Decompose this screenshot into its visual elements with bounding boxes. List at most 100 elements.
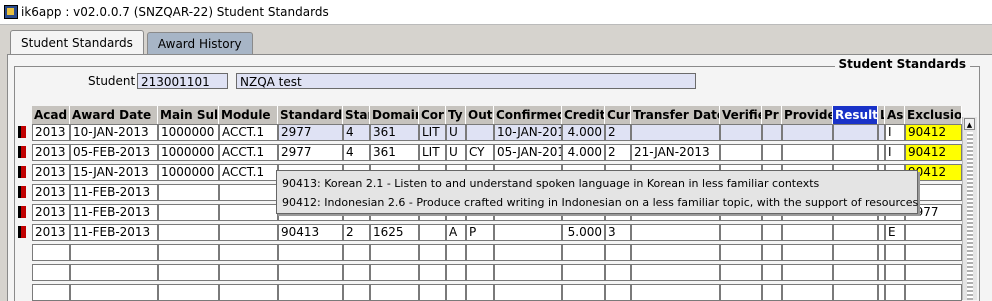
scroll-thumb[interactable] bbox=[967, 132, 973, 300]
grid-cell[interactable] bbox=[419, 244, 446, 261]
column-header[interactable]: Verifie bbox=[720, 106, 762, 124]
record-marker[interactable] bbox=[18, 146, 26, 158]
grid-cell[interactable] bbox=[466, 264, 494, 281]
grid-cell[interactable]: 2977 bbox=[278, 144, 343, 161]
grid-cell[interactable] bbox=[219, 244, 278, 261]
grid-cell[interactable] bbox=[762, 264, 782, 281]
grid-cell[interactable]: U bbox=[446, 144, 466, 161]
grid-cell[interactable] bbox=[782, 224, 833, 241]
tab-student-standards[interactable]: Student Standards bbox=[10, 30, 144, 55]
grid-cell[interactable] bbox=[446, 264, 466, 281]
grid-cell[interactable] bbox=[782, 264, 833, 281]
grid-cell[interactable]: 2013 bbox=[32, 144, 70, 161]
grid-cell[interactable] bbox=[782, 144, 833, 161]
column-header[interactable]: Ty bbox=[446, 106, 466, 124]
grid-cell[interactable]: ACCT.1 bbox=[219, 164, 278, 181]
grid-cell[interactable] bbox=[278, 244, 343, 261]
grid-cell[interactable] bbox=[158, 244, 219, 261]
grid-cell[interactable] bbox=[878, 244, 885, 261]
grid-cell[interactable]: 1625 bbox=[370, 224, 419, 241]
grid-cell[interactable]: 1000000 bbox=[158, 164, 219, 181]
grid-cell[interactable] bbox=[158, 184, 219, 201]
grid-cell[interactable] bbox=[631, 124, 720, 141]
tab-award-history[interactable]: Award History bbox=[146, 32, 253, 55]
grid-cell[interactable] bbox=[32, 244, 70, 261]
grid-cell[interactable]: 4 bbox=[343, 144, 370, 161]
grid-cell[interactable] bbox=[782, 124, 833, 141]
grid-cell[interactable] bbox=[762, 244, 782, 261]
grid-cell[interactable] bbox=[419, 224, 446, 241]
grid-cell[interactable] bbox=[70, 244, 158, 261]
grid-cell[interactable]: 5.000 bbox=[562, 224, 605, 241]
grid-cell[interactable]: 10-JAN-201 bbox=[494, 124, 562, 141]
grid-cell[interactable]: 3 bbox=[605, 224, 631, 241]
grid-cell[interactable] bbox=[605, 244, 631, 261]
column-header[interactable]: Standard bbox=[278, 106, 343, 124]
grid-cell[interactable] bbox=[562, 264, 605, 281]
column-header[interactable]: Award Date bbox=[70, 106, 158, 124]
grid-cell[interactable]: I bbox=[885, 144, 905, 161]
grid-cell[interactable]: A bbox=[446, 224, 466, 241]
grid-cell[interactable] bbox=[419, 284, 446, 301]
grid-cell[interactable] bbox=[343, 264, 370, 281]
grid-cell[interactable] bbox=[833, 144, 878, 161]
grid-cell[interactable]: 2013 bbox=[32, 204, 70, 221]
grid-cell[interactable]: 05-FEB-2013 bbox=[70, 144, 158, 161]
grid-cell[interactable]: 2 bbox=[605, 124, 631, 141]
grid-cell[interactable] bbox=[905, 244, 962, 261]
column-header[interactable]: Transfer Date bbox=[631, 106, 720, 124]
grid-cell[interactable] bbox=[158, 224, 219, 241]
grid-cell[interactable]: P bbox=[466, 224, 494, 241]
student-name-field[interactable]: NZQA test bbox=[236, 73, 696, 89]
grid-cell[interactable] bbox=[343, 244, 370, 261]
grid-cell[interactable] bbox=[833, 264, 878, 281]
grid-cell[interactable]: 90412 bbox=[905, 144, 962, 161]
grid-cell[interactable] bbox=[343, 284, 370, 301]
grid-cell[interactable] bbox=[762, 284, 782, 301]
grid-cell[interactable] bbox=[494, 244, 562, 261]
column-header[interactable]: Stan bbox=[343, 106, 370, 124]
grid-cell[interactable]: 4 bbox=[343, 124, 370, 141]
grid-cell[interactable]: 11-FEB-2013 bbox=[70, 224, 158, 241]
column-header[interactable]: Out bbox=[466, 106, 494, 124]
grid-cell[interactable] bbox=[466, 284, 494, 301]
student-id-field[interactable]: 213001101 bbox=[137, 73, 228, 89]
grid-cell[interactable] bbox=[878, 124, 885, 141]
column-header[interactable]: As bbox=[885, 106, 905, 124]
grid-cell[interactable] bbox=[219, 184, 278, 201]
grid-cell[interactable] bbox=[905, 224, 962, 241]
column-header[interactable]: Acad bbox=[32, 106, 70, 124]
grid-cell[interactable] bbox=[605, 264, 631, 281]
grid-cell[interactable] bbox=[720, 284, 762, 301]
grid-cell[interactable]: 2013 bbox=[32, 124, 70, 141]
grid-cell[interactable] bbox=[720, 264, 762, 281]
column-header[interactable]: Result bbox=[833, 106, 878, 124]
grid-cell[interactable]: U bbox=[446, 124, 466, 141]
column-header[interactable]: Exclusio bbox=[905, 106, 962, 124]
column-header[interactable]: Domain bbox=[370, 106, 419, 124]
column-header[interactable]: Module bbox=[219, 106, 278, 124]
grid-cell[interactable]: 11-FEB-2013 bbox=[70, 184, 158, 201]
grid-cell[interactable] bbox=[782, 244, 833, 261]
grid-cell[interactable]: 90413 bbox=[278, 224, 343, 241]
grid-cell[interactable] bbox=[631, 264, 720, 281]
grid-cell[interactable]: 4.000 bbox=[562, 144, 605, 161]
grid-cell[interactable] bbox=[878, 144, 885, 161]
grid-cell[interactable]: 21-JAN-2013 bbox=[631, 144, 720, 161]
grid-cell[interactable] bbox=[370, 264, 419, 281]
column-header[interactable]: Cur bbox=[605, 106, 631, 124]
grid-cell[interactable] bbox=[494, 264, 562, 281]
grid-cell[interactable]: LIT bbox=[419, 124, 446, 141]
grid-cell[interactable] bbox=[219, 204, 278, 221]
grid-cell[interactable] bbox=[833, 224, 878, 241]
column-header[interactable]: Credit bbox=[562, 106, 605, 124]
grid-cell[interactable] bbox=[446, 284, 466, 301]
grid-cell[interactable] bbox=[885, 244, 905, 261]
grid-cell[interactable] bbox=[720, 144, 762, 161]
column-header[interactable]: Confirmed bbox=[494, 106, 562, 124]
record-marker[interactable] bbox=[18, 186, 26, 198]
grid-cell[interactable] bbox=[605, 284, 631, 301]
grid-cell[interactable] bbox=[833, 124, 878, 141]
grid-cell[interactable] bbox=[905, 264, 962, 281]
grid-cell[interactable] bbox=[720, 124, 762, 141]
